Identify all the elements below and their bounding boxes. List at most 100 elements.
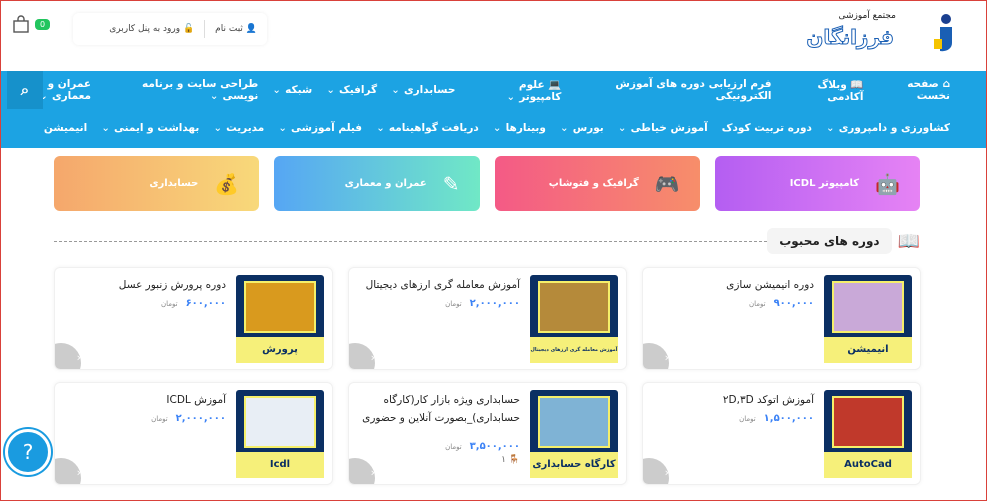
- chevron-left-icon[interactable]: ‹: [643, 458, 669, 484]
- category-card[interactable]: 💰 حسابداری: [54, 156, 260, 211]
- course-image: [832, 281, 904, 333]
- logo[interactable]: مجتمع آموزشی فرزانگان: [806, 7, 956, 57]
- help-button[interactable]: ?: [5, 429, 51, 475]
- pencil-icon: ✎: [442, 171, 460, 196]
- course-title[interactable]: حسابداری ویژه بازار کار(کارگاه حسابداری)…: [359, 391, 520, 427]
- nav-item[interactable]: دریافت گواهینامه⌄: [376, 122, 479, 134]
- course-title[interactable]: دوره انیمیشن سازی: [653, 276, 814, 294]
- nav-item[interactable]: آموزش خیاطی⌄: [618, 122, 708, 134]
- course-card[interactable]: AutoCad آموزش اتوکد ۲D,۳D ۱,۵۰۰,۰۰۰ تومان…: [642, 382, 921, 485]
- nav-item[interactable]: طراحی سایت و برنامه نویسی⌄: [105, 78, 258, 102]
- course-thumbnail[interactable]: Icdl: [236, 390, 324, 478]
- chevron-left-icon[interactable]: ‹: [55, 458, 81, 484]
- nav-item[interactable]: وبینارها⌄: [493, 122, 546, 134]
- cart-button[interactable]: 0: [13, 15, 51, 33]
- course-title[interactable]: دوره پرورش زنبور عسل: [65, 276, 226, 294]
- chevron-down-icon: ⌄: [209, 90, 219, 102]
- nav-item[interactable]: فیلم آموزشی⌄: [278, 122, 362, 134]
- course-thumbnail[interactable]: AutoCad: [824, 390, 912, 478]
- search-button[interactable]: ⌕: [7, 71, 43, 109]
- course-card[interactable]: Icdl آموزش ICDL ۲,۰۰۰,۰۰۰ تومان ‹: [54, 382, 333, 485]
- nav-item-label: عمران و معماری: [47, 78, 92, 102]
- chevron-down-icon: ⌄: [492, 122, 502, 134]
- nav-item[interactable]: ⌂ صفحه نخست: [877, 78, 950, 102]
- home-icon: ⌂: [938, 78, 950, 90]
- course-thumbnail[interactable]: انیمیشن: [824, 275, 912, 363]
- login-link[interactable]: 🔓 ورود به پنل کاربری: [99, 24, 204, 34]
- nav-item[interactable]: 💻 علوم کامپیوتر⌄: [469, 78, 561, 103]
- nav-item-label: فرم ارزیابی دوره های آموزش الکترونیکی: [615, 78, 772, 102]
- chevron-left-icon[interactable]: ‹: [349, 458, 375, 484]
- nav-item[interactable]: گرافیک ⌄: [326, 84, 377, 96]
- nav-item[interactable]: بورس⌄: [560, 122, 604, 134]
- gamepad-icon: 🎮: [654, 171, 680, 196]
- chevron-left-icon[interactable]: ‹: [643, 343, 669, 369]
- thumbnail-label: AutoCad: [824, 452, 912, 478]
- category-list: 🤖 کامپیوتر ICDL 🎮 گرافیک و فتوشاپ ✎ عمران و م…: [54, 156, 920, 211]
- price-value: ۹۰۰,۰۰۰: [773, 298, 814, 309]
- thumbnail-label: Icdl: [236, 452, 324, 478]
- chevron-down-icon: ⌄: [376, 122, 385, 134]
- category-label: عمران و معماری: [344, 178, 427, 189]
- header: مجتمع آموزشی فرزانگان 👤 ثبت نام 🔓 ورود ب…: [1, 1, 986, 71]
- course-card[interactable]: کارگاه حسابداری حسابداری ویژه بازار کار(…: [348, 382, 627, 485]
- nav-item[interactable]: بهداشت و ایمنی ⌄: [101, 122, 199, 134]
- chevron-down-icon: ⌄: [825, 122, 835, 134]
- course-thumbnail[interactable]: آموزش معامله گری ارزهای دیجیتال: [530, 275, 618, 363]
- register-link[interactable]: 👤 ثبت نام: [205, 24, 267, 34]
- nav-item[interactable]: دوره تربیت کودک: [722, 122, 812, 134]
- course-title[interactable]: آموزش اتوکد ۲D,۳D: [653, 391, 814, 409]
- thumbnail-label: انیمیشن: [824, 337, 912, 363]
- nav-item[interactable]: کشاورزی و دامپروری⌄: [826, 122, 950, 134]
- open-book-icon: 📖: [897, 230, 920, 252]
- nav-item-label: انیمیشن: [43, 122, 88, 134]
- chevron-left-icon[interactable]: ‹: [55, 343, 81, 369]
- nav-item[interactable]: حسابداری⌄: [391, 84, 455, 96]
- nav-item-label: وبینارها: [505, 122, 546, 134]
- chevron-left-icon[interactable]: ‹: [349, 343, 375, 369]
- currency-label: تومان: [160, 299, 178, 308]
- laptop-icon: 💻: [544, 78, 562, 91]
- nav-item[interactable]: مدیریت⌄: [213, 122, 264, 134]
- price-value: ۶۰۰,۰۰۰: [185, 298, 226, 309]
- price-value: ۱,۵۰۰,۰۰۰: [763, 413, 814, 424]
- divider: [204, 20, 206, 38]
- course-card[interactable]: انیمیشن دوره انیمیشن سازی ۹۰۰,۰۰۰ تومان ‹: [642, 267, 921, 370]
- logo-mark-icon: [934, 14, 952, 52]
- question-icon: ?: [22, 440, 34, 464]
- currency-label: تومان: [445, 442, 462, 451]
- cart-count-badge: 0: [35, 18, 51, 30]
- course-title[interactable]: آموزش معامله گری ارزهای دیجیتال: [359, 276, 520, 294]
- chevron-down-icon: ⌄: [278, 122, 288, 134]
- logo-name: فرزانگان: [806, 25, 895, 50]
- chevron-down-icon: ⌄: [272, 84, 282, 96]
- nav-row-1: ⌂ صفحه نخست 📖 وبلاگ آکادمی فرم ارزیابی دور…: [1, 71, 986, 109]
- money-bag-icon: 💰: [214, 171, 240, 196]
- course-image: [244, 281, 316, 333]
- nav-item[interactable]: 📖 وبلاگ آکادمی: [786, 78, 864, 103]
- nav-item[interactable]: شبکه⌄: [272, 84, 312, 96]
- chevron-down-icon: ⌄: [559, 122, 569, 134]
- android-icon: 🤖: [875, 171, 900, 196]
- currency-label: تومان: [739, 414, 756, 423]
- course-image: [244, 396, 316, 448]
- course-card[interactable]: پرورش زنبورعسل دوره پرورش زنبور عسل ۶۰۰,…: [54, 267, 333, 370]
- nav-item[interactable]: انیمیشن: [44, 122, 87, 134]
- category-card[interactable]: ✎ عمران و معماری: [274, 156, 480, 211]
- course-image: [538, 281, 610, 333]
- course-thumbnail[interactable]: کارگاه حسابداری: [530, 390, 618, 478]
- chevron-down-icon: ⌄: [391, 84, 400, 96]
- course-thumbnail[interactable]: پرورش زنبورعسل: [236, 275, 324, 363]
- category-card[interactable]: 🤖 کامپیوتر ICDL: [714, 156, 920, 211]
- nav-item-label: طراحی سایت و برنامه نویسی: [142, 78, 259, 102]
- course-price: ۹۰۰,۰۰۰ تومان: [749, 298, 814, 309]
- nav-item[interactable]: فرم ارزیابی دوره های آموزش الکترونیکی: [575, 78, 771, 102]
- course-title[interactable]: آموزش ICDL: [65, 391, 226, 409]
- course-card[interactable]: آموزش معامله گری ارزهای دیجیتال آموزش مع…: [348, 267, 627, 370]
- nav-item-label: کشاورزی و دامپروری: [838, 122, 950, 134]
- category-label: کامپیوتر ICDL: [789, 178, 860, 189]
- nav-item-label: گرافیک: [339, 84, 378, 96]
- logo-subtitle: مجتمع آموزشی: [838, 11, 896, 21]
- category-card[interactable]: 🎮 گرافیک و فتوشاپ: [494, 156, 700, 211]
- nav-item-label: مدیریت: [226, 122, 265, 134]
